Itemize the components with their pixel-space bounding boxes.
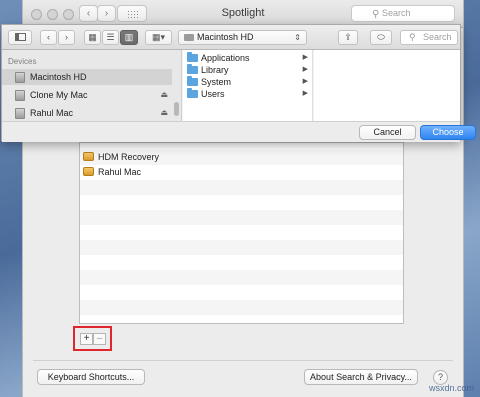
folder-icon [187, 76, 198, 86]
icon-view-icon: ▦ [88, 32, 97, 42]
disclosure-arrow-icon: ▶ [302, 54, 308, 61]
disclosure-arrow-icon: ▶ [302, 90, 308, 97]
back-button[interactable]: ‹ [40, 30, 57, 45]
column-view-button[interactable]: ▥ [120, 30, 138, 45]
arrange-icon: ▦▾ [151, 32, 166, 42]
privacy-locations-list[interactable]: HDM Recovery Rahul Mac [79, 142, 404, 324]
search-icon: ⚲ [409, 32, 416, 42]
choose-button[interactable]: Choose [420, 125, 476, 140]
hard-drive-icon [184, 34, 194, 41]
sidebar-toggle-button[interactable] [8, 30, 32, 45]
cancel-button[interactable]: Cancel [359, 125, 416, 140]
sheet-search-field[interactable]: ⚲ Search [400, 30, 458, 45]
list-item[interactable]: Rahul Mac [80, 165, 403, 180]
empty-row [80, 255, 403, 270]
search-placeholder: Search [423, 32, 452, 42]
browser-column-2 [314, 50, 460, 121]
folder-icon [187, 64, 198, 74]
search-placeholder: Search [382, 8, 411, 18]
folder-item-users[interactable]: Users ▶ [183, 88, 312, 100]
sidebar-item-label: Macintosh HD [30, 72, 87, 82]
empty-row [80, 180, 403, 195]
chevron-updown-icon: ⇕ [294, 33, 301, 42]
browser-column-1: Applications ▶ Library ▶ System ▶ Users … [183, 50, 313, 121]
list-view-icon: ☰ [106, 32, 115, 42]
list-item-label: HDM Recovery [98, 152, 160, 162]
folder-label: Users [201, 89, 225, 99]
arrange-button[interactable]: ▦▾ [145, 30, 172, 45]
eject-icon[interactable]: ⏏ [160, 105, 168, 121]
share-button[interactable]: ⇪ [338, 30, 358, 45]
watermark: wsxdn.com [428, 383, 474, 393]
sidebar-scrollbar[interactable] [174, 102, 179, 116]
list-item[interactable]: HDM Recovery [80, 150, 403, 165]
sidebar-item-macintosh-hd[interactable]: Macintosh HD [2, 69, 172, 85]
folder-icon [187, 88, 198, 98]
tag-icon: ⬭ [377, 32, 385, 42]
keyboard-shortcuts-button[interactable]: Keyboard Shortcuts... [37, 369, 145, 385]
sidebar-icon [14, 33, 26, 41]
empty-row [80, 285, 403, 300]
empty-row [80, 300, 403, 315]
drive-icon [83, 152, 94, 161]
add-remove-highlight-box: + – [73, 326, 112, 351]
chevron-right-icon: › [65, 32, 68, 42]
choose-location-sheet: ‹ › ▦ ☰ ▥ ▦▾ Macintosh HD ⇕ ⇪ ⬭ ⚲ Search… [1, 24, 476, 142]
divider [33, 360, 453, 361]
chevron-left-icon: ‹ [47, 32, 50, 42]
sidebar-item-label: Clone My Mac [30, 90, 88, 100]
location-popup[interactable]: Macintosh HD ⇕ [178, 30, 307, 45]
list-view-button[interactable]: ☰ [102, 30, 119, 45]
search-icon: ⚲ [372, 9, 380, 20]
add-location-button[interactable]: + [80, 333, 93, 345]
folder-item-system[interactable]: System ▶ [183, 76, 312, 88]
sheet-toolbar: ‹ › ▦ ☰ ▥ ▦▾ Macintosh HD ⇕ ⇪ ⬭ ⚲ Search [2, 25, 460, 50]
preferences-search-field[interactable]: ⚲ Search [351, 5, 455, 22]
folder-item-library[interactable]: Library ▶ [183, 64, 312, 76]
empty-row [80, 240, 403, 255]
column-view-icon: ▥ [124, 32, 134, 42]
disclosure-arrow-icon: ▶ [302, 78, 308, 85]
folder-label: Applications [201, 53, 250, 63]
share-icon: ⇪ [344, 32, 352, 42]
folder-icon [187, 52, 198, 62]
sheet-footer: Cancel Choose [2, 121, 476, 142]
folder-item-applications[interactable]: Applications ▶ [183, 52, 312, 64]
hard-drive-icon [15, 108, 25, 119]
list-item-label: Rahul Mac [98, 167, 142, 177]
empty-row [80, 270, 403, 285]
location-label: Macintosh HD [197, 32, 254, 42]
sidebar-item-rahul-mac[interactable]: Rahul Mac ⏏ [2, 105, 172, 121]
forward-button[interactable]: › [58, 30, 75, 45]
remove-location-button[interactable]: – [93, 333, 106, 345]
icon-view-button[interactable]: ▦ [84, 30, 101, 45]
drive-icon [83, 167, 94, 176]
folder-label: System [201, 77, 232, 87]
sidebar-item-label: Rahul Mac [30, 108, 74, 118]
about-search-privacy-button[interactable]: About Search & Privacy... [304, 369, 418, 385]
disclosure-arrow-icon: ▶ [302, 66, 308, 73]
hard-drive-icon [15, 90, 25, 101]
folder-label: Library [201, 65, 229, 75]
tags-button[interactable]: ⬭ [370, 30, 392, 45]
sidebar-heading: Devices [8, 57, 37, 66]
empty-row [80, 210, 403, 225]
empty-row [80, 225, 403, 240]
eject-icon[interactable]: ⏏ [160, 87, 168, 103]
sheet-sidebar: Devices Macintosh HD Clone My Mac ⏏ Rahu… [2, 50, 182, 121]
sidebar-item-clone-my-mac[interactable]: Clone My Mac ⏏ [2, 87, 172, 103]
empty-row [80, 195, 403, 210]
hard-drive-icon [15, 72, 25, 83]
